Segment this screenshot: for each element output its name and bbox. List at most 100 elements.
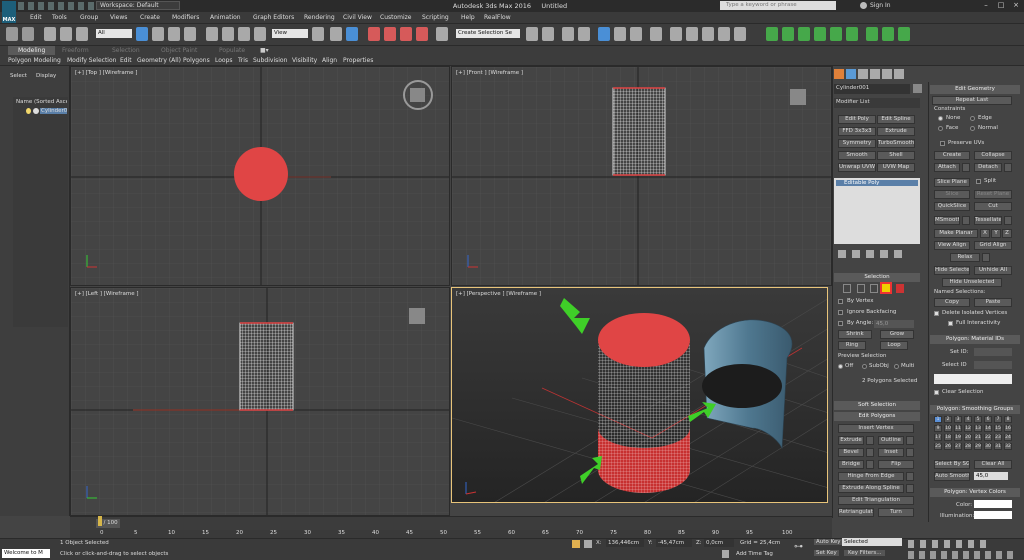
preview-off-radio[interactable]	[838, 364, 843, 369]
bridge-button[interactable]: Bridge	[838, 460, 864, 469]
undo-icon[interactable]	[6, 27, 18, 41]
stack-item-editable-poly[interactable]: Editable Poly	[836, 180, 918, 186]
copy-button[interactable]: Copy	[934, 298, 970, 307]
tab-object-paint[interactable]: Object Paint	[161, 46, 197, 55]
time-slider[interactable]	[70, 516, 832, 530]
render-in-cloud-icon[interactable]	[718, 27, 730, 41]
tab-selection[interactable]: Selection	[112, 46, 140, 55]
smoothing-group-1[interactable]: 1	[934, 416, 942, 423]
ribbon-align[interactable]: Align	[322, 55, 337, 66]
uvw-map-button[interactable]: UVW Map	[877, 163, 915, 172]
plugin-icon-4[interactable]	[814, 27, 826, 41]
menu-civil-view[interactable]: Civil View	[343, 12, 372, 24]
render-production-icon[interactable]	[702, 27, 714, 41]
menu-views[interactable]: Views	[110, 12, 127, 24]
x-coordinate-field[interactable]: 136,446cm	[606, 539, 644, 547]
ffd-button[interactable]: FFD 3x3x3	[838, 127, 876, 136]
clear-all-button[interactable]: Clear All	[974, 460, 1012, 469]
tessellate-button[interactable]: Tessellate	[974, 216, 1002, 225]
render-setup-icon[interactable]	[670, 27, 682, 41]
plugin-icon-1[interactable]	[766, 27, 778, 41]
toggle-scene-explorer-icon[interactable]	[562, 27, 574, 41]
select-id-spinner[interactable]	[974, 361, 1012, 369]
create-tab-icon[interactable]	[834, 69, 844, 79]
menu-realflow[interactable]: RealFlow	[484, 12, 511, 24]
unhide-all-button[interactable]: Unhide All	[974, 266, 1012, 275]
motion-tab-icon[interactable]	[870, 69, 880, 79]
smoothing-group-19[interactable]: 19	[954, 434, 962, 441]
constraint-normal-radio[interactable]	[970, 126, 975, 131]
viewport-top-label[interactable]: [+] [Top ] [Wireframe ]	[75, 70, 137, 76]
smoothing-group-11[interactable]: 11	[954, 425, 962, 432]
viewport-top[interactable]: [+] [Top ] [Wireframe ]	[70, 66, 450, 286]
window-crossing-icon[interactable]	[184, 27, 196, 41]
unlink-icon[interactable]	[60, 27, 72, 41]
relax-button[interactable]: Relax	[950, 253, 980, 262]
ignore-backfacing-checkbox[interactable]	[838, 310, 843, 315]
rotate-icon[interactable]	[222, 27, 234, 41]
view-align-button[interactable]: View Align	[934, 241, 970, 250]
close-icon[interactable]: ×	[1010, 1, 1022, 10]
grid-align-button[interactable]: Grid Align	[974, 241, 1012, 250]
plugin-icon-9[interactable]	[898, 27, 910, 41]
maxscript-listener[interactable]: Welcome to M	[2, 549, 50, 558]
lock-selection-icon[interactable]	[572, 540, 580, 548]
turbosmooth-button[interactable]: TurboSmooth	[877, 139, 915, 148]
select-manipulate-icon[interactable]	[330, 27, 342, 41]
bevel-button[interactable]: Bevel	[838, 448, 864, 457]
place-icon[interactable]	[254, 27, 266, 41]
relax-settings-icon[interactable]	[982, 253, 990, 262]
minimize-icon[interactable]: –	[980, 1, 992, 10]
auto-smooth-spinner[interactable]: 45,0	[974, 472, 1008, 480]
extrude-spline-settings-icon[interactable]	[906, 484, 914, 493]
menu-customize[interactable]: Customize	[380, 12, 412, 24]
full-interactivity-checkbox[interactable]	[948, 321, 953, 326]
menu-help[interactable]: Help	[461, 12, 475, 24]
app-logo[interactable]: MAX	[2, 1, 16, 23]
plugin-icon-8[interactable]	[882, 27, 894, 41]
angle-snap-icon[interactable]	[384, 27, 396, 41]
smoothing-group-14[interactable]: 14	[984, 425, 992, 432]
ribbon-edit[interactable]: Edit	[120, 55, 132, 66]
smoothing-group-28[interactable]: 28	[964, 443, 972, 450]
rectangular-selection-icon[interactable]	[168, 27, 180, 41]
tab-modeling[interactable]: Modeling	[8, 46, 56, 55]
smoothing-group-18[interactable]: 18	[944, 434, 952, 441]
menu-group[interactable]: Group	[80, 12, 98, 24]
menu-tools[interactable]: Tools	[52, 12, 67, 24]
search-input[interactable]: Type a keyword or phrase	[720, 1, 836, 10]
border-mode-icon[interactable]	[870, 284, 878, 293]
viewport-perspective[interactable]: [+] [Perspective ] [Wireframe ]	[451, 287, 828, 503]
smoothing-group-26[interactable]: 26	[944, 443, 952, 450]
hinge-settings-icon[interactable]	[906, 472, 914, 481]
modify-tab-icon[interactable]	[846, 69, 856, 79]
create-button[interactable]: Create	[934, 151, 970, 160]
smoothing-group-20[interactable]: 20	[964, 434, 972, 441]
illumination-swatch[interactable]	[974, 511, 1012, 519]
attach-button[interactable]: Attach	[934, 163, 960, 172]
selection-rollout-header[interactable]: Selection	[834, 273, 920, 282]
smoothing-group-23[interactable]: 23	[994, 434, 1002, 441]
viewport-left-label[interactable]: [+] [Left ] [Wireframe ]	[75, 291, 139, 297]
smoothing-group-6[interactable]: 6	[984, 416, 992, 423]
bind-space-warp-icon[interactable]	[76, 27, 88, 41]
hide-selected-button[interactable]: Hide Selected	[934, 266, 970, 275]
selection-filter-dropdown[interactable]: All	[96, 29, 132, 38]
attach-settings-icon[interactable]	[962, 163, 970, 172]
object-name-field[interactable]: Cylinder001	[834, 84, 910, 94]
column-header-name[interactable]: Name (Sorted Ascen	[16, 99, 67, 105]
smoothing-group-32[interactable]: 32	[1004, 443, 1012, 450]
redo-icon[interactable]	[22, 27, 34, 41]
ribbon-geometry-all[interactable]: Geometry (All)	[137, 55, 181, 66]
keyboard-shortcut-icon[interactable]	[346, 27, 358, 41]
retriangulate-button[interactable]: Retriangulate	[838, 508, 874, 517]
smoothing-group-3[interactable]: 3	[954, 416, 962, 423]
plugin-icon-3[interactable]	[798, 27, 810, 41]
ribbon-visibility[interactable]: Visibility	[292, 55, 317, 66]
cut-button[interactable]: Cut	[974, 202, 1012, 211]
hide-unselected-button[interactable]: Hide Unselected	[942, 278, 1002, 287]
outline-button[interactable]: Outline	[878, 436, 904, 445]
menu-scripting[interactable]: Scripting	[422, 12, 449, 24]
smooth-button[interactable]: Smooth	[838, 151, 876, 160]
clear-selection-checkbox[interactable]	[934, 390, 939, 395]
